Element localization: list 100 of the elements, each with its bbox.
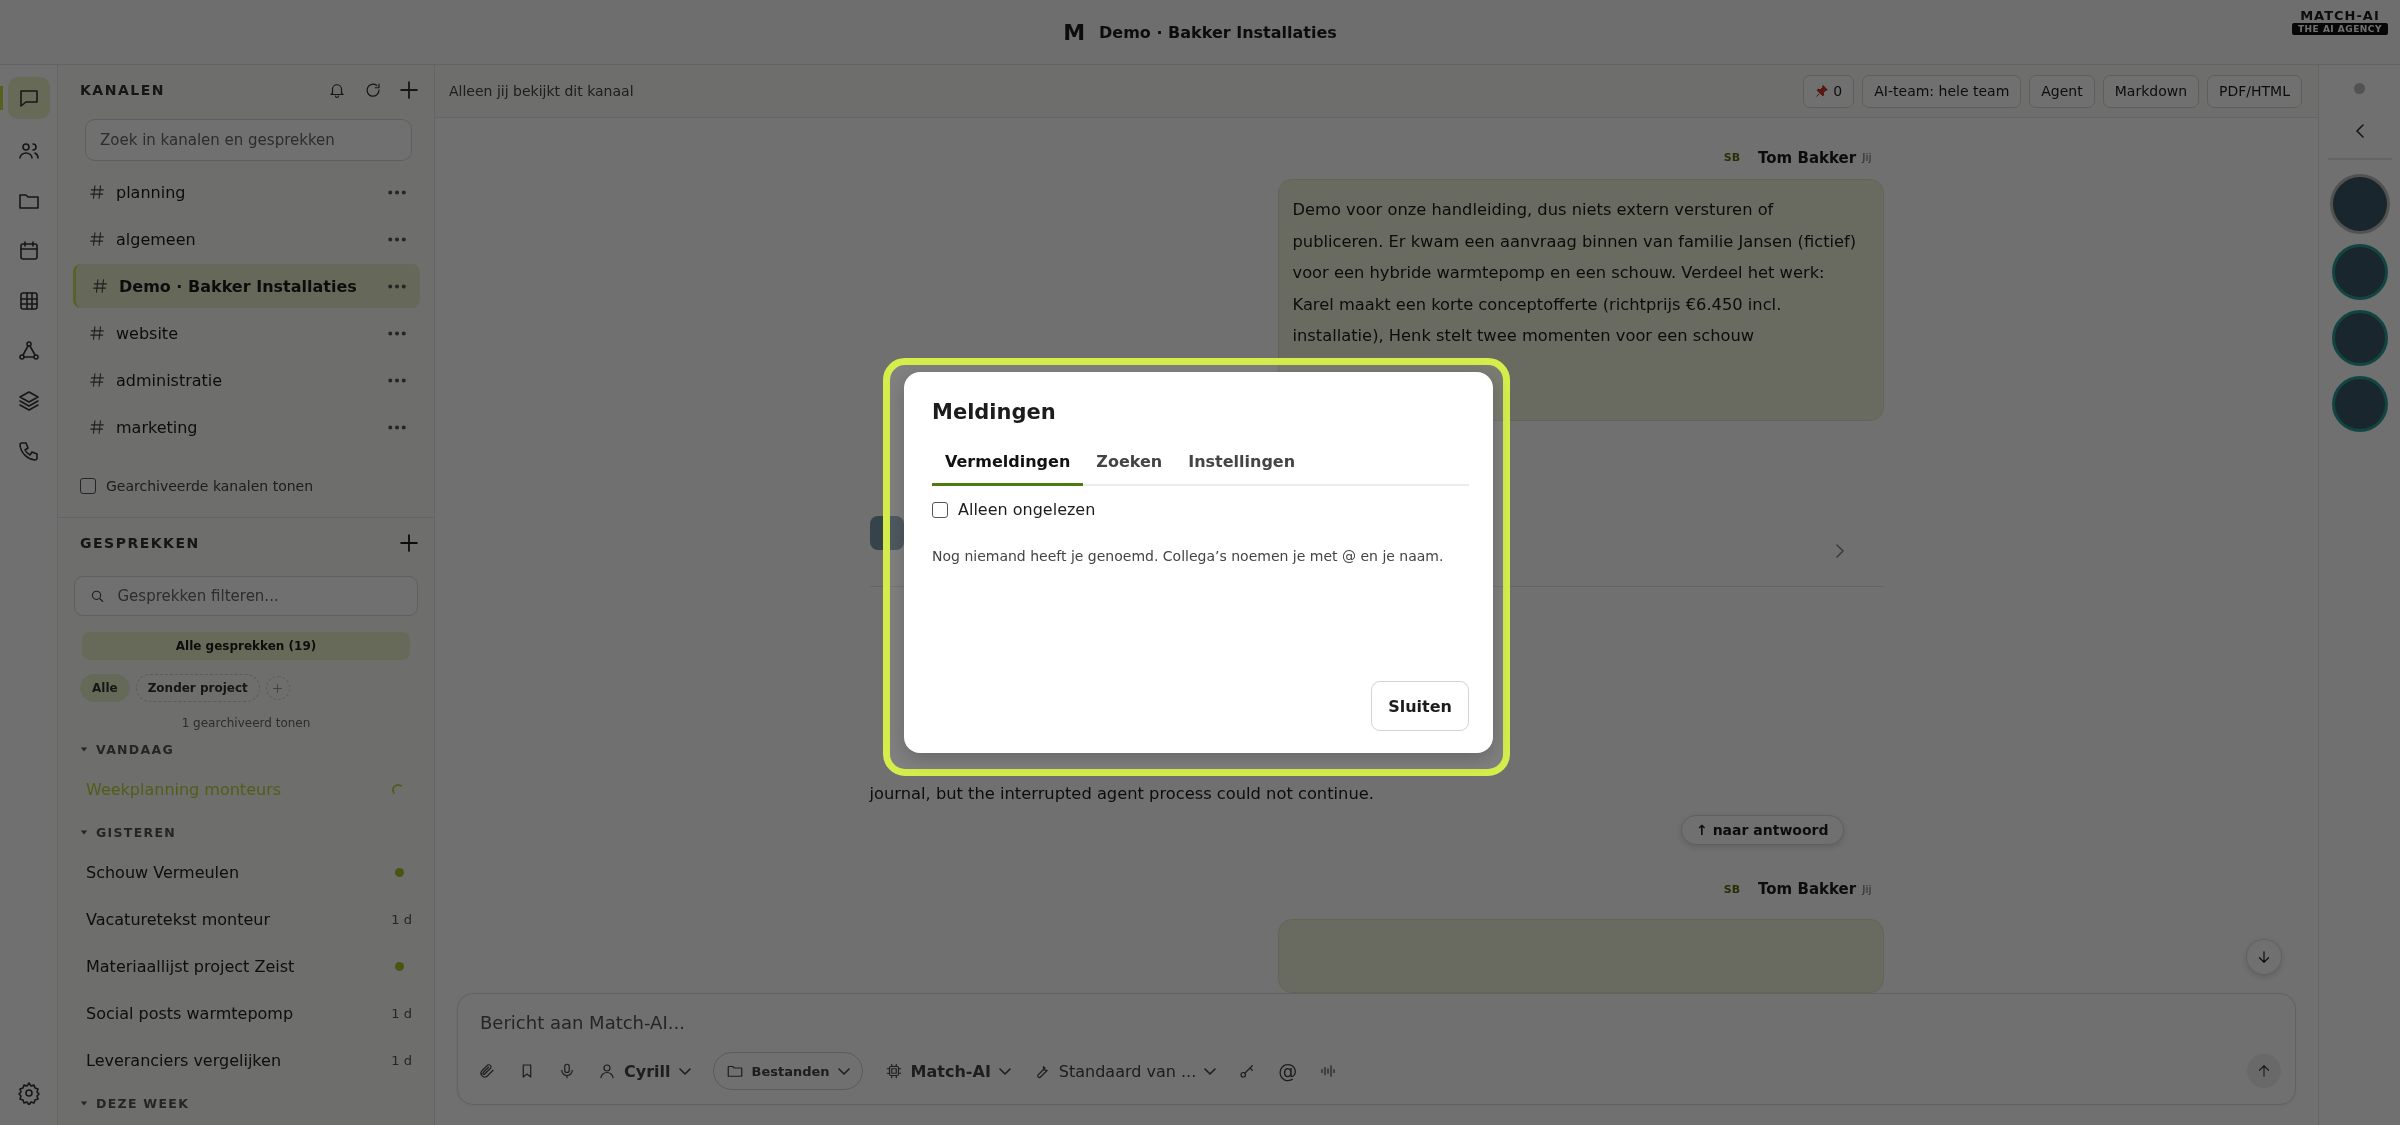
unread-dot	[395, 868, 404, 877]
visibility-notice: Alleen jij bekijkt dit kanaal	[449, 83, 635, 99]
channel-name: administratie	[116, 370, 224, 390]
jump-to-answer-button[interactable]: ↑ naar antwoord	[1681, 815, 1844, 846]
add-channel-button[interactable]	[400, 81, 418, 99]
mention-button[interactable]: @	[1278, 1060, 1298, 1082]
loading-spinner	[392, 783, 404, 796]
checkbox[interactable]	[932, 501, 948, 518]
tab[interactable]: Zoeken	[1083, 442, 1176, 486]
chevron-left-icon	[2355, 124, 2364, 138]
group-heading: VANDAAG	[96, 741, 175, 757]
channel-item[interactable]: administratie	[73, 358, 420, 402]
refresh-icon	[364, 81, 382, 99]
more-icon	[388, 236, 406, 242]
tab[interactable]: Vermeldingen	[932, 442, 1084, 486]
hash-icon	[90, 232, 104, 246]
checkbox[interactable]	[80, 478, 96, 494]
brand-logo: MATCH-AI	[2300, 8, 2380, 23]
caret-icon	[998, 1067, 1011, 1075]
caret-icon	[678, 1067, 691, 1075]
conversation-name: Materiaallijst project Zeist	[86, 957, 296, 976]
notifications-button[interactable]	[328, 81, 346, 99]
section-heading: GESPREKKEN	[80, 535, 200, 551]
send-button[interactable]	[2247, 1054, 2281, 1088]
checkbox-label: Alleen ongelezen	[958, 500, 1096, 519]
add-conversation-button[interactable]	[400, 534, 418, 552]
author-name: Tom Bakker	[1758, 148, 1857, 167]
hash-icon	[90, 420, 104, 434]
toolbar-button[interactable]: AI-team: hele team	[1862, 74, 2022, 108]
attach-button[interactable]	[478, 1062, 496, 1080]
toolbar-button[interactable]: PDF/HTML	[2207, 74, 2302, 108]
conversation-item[interactable]: Leveranciers vergelijken 1 d	[58, 1037, 434, 1084]
author-tag: Jij	[1862, 151, 1872, 165]
more-button[interactable]	[388, 236, 406, 242]
conversation-age: 1 d	[391, 1053, 412, 1068]
caret-icon	[837, 1067, 850, 1075]
paperclip-icon	[478, 1062, 496, 1080]
more-icon	[388, 377, 406, 383]
response-text: journal, but the interrupted agent process could not continue.	[869, 783, 1375, 806]
message-composer[interactable]: Bericht aan Match-AI... Cyrill Bestanden Match-AI Standaard van ... @	[457, 993, 2296, 1105]
chip-icon	[884, 1062, 903, 1080]
more-icon	[388, 424, 406, 430]
user-dropdown[interactable]: Cyrill	[598, 1061, 691, 1081]
more-button[interactable]	[388, 377, 406, 383]
caret-icon[interactable]	[80, 828, 88, 836]
plus-icon	[400, 81, 418, 99]
all-conversations-button[interactable]: Alle gesprekken (19)	[82, 632, 410, 660]
caret-icon[interactable]	[80, 1099, 88, 1107]
search-field[interactable]: Zoek in kanalen en gesprekken	[85, 119, 412, 161]
plus-icon	[400, 534, 418, 552]
plus-icon	[273, 683, 283, 693]
channel-item[interactable]: planning	[73, 170, 420, 214]
channel-item[interactable]: Demo · Bakker Installaties	[73, 264, 420, 308]
model-dropdown[interactable]: Match-AI	[884, 1061, 1011, 1081]
waveform-icon	[1319, 1062, 1338, 1080]
channel-item[interactable]: website	[73, 311, 420, 355]
conversation-item[interactable]: Schouw Vermeulen	[58, 849, 434, 896]
more-button[interactable]	[388, 283, 406, 289]
close-button[interactable]: Sluiten	[1371, 681, 1469, 731]
author-name: Tom Bakker	[1758, 880, 1857, 899]
conversation-age: 1 d	[391, 912, 412, 927]
hash-icon	[90, 373, 104, 387]
filter-input[interactable]: Gesprekken filteren...	[115, 586, 403, 606]
tab[interactable]: Instellingen	[1175, 442, 1309, 486]
scroll-down-button[interactable]	[2246, 939, 2282, 975]
more-button[interactable]	[388, 424, 406, 430]
avatar-placeholder	[869, 516, 904, 551]
section-heading: KANALEN	[80, 82, 165, 98]
group-heading: DEZE WEEK	[96, 1095, 190, 1111]
preset-dropdown[interactable]: Standaard van ...	[1032, 1061, 1217, 1081]
conversation-item[interactable]: Vacaturetekst monteur 1 d	[58, 896, 434, 943]
filter-field[interactable]: Gesprekken filteren...	[74, 576, 418, 616]
toolbar-button[interactable]: Markdown	[2102, 74, 2200, 108]
collapse-button[interactable]	[2355, 124, 2364, 138]
filter-chip[interactable]: Alle	[80, 674, 130, 702]
channel-item[interactable]: marketing	[73, 405, 420, 449]
message-text: Demo voor onze handleiding, dus niets extern versturen of publiceren. Er kwam een aanvraag binnen van familie Jansen (fictief) voor een hybride warmtepomp en een schouw. Verdeel het werk: Karel maakt een korte conceptofferte (richtprijs €6.450 incl. installatie), Henk stelt twee momenten voor een schouw	[1292, 199, 1858, 348]
refresh-button[interactable]	[364, 81, 382, 99]
checkbox-label: Gearchiveerde kanalen tonen	[106, 478, 314, 494]
hash-icon	[90, 185, 104, 199]
toolbar-button[interactable]: Agent	[2029, 74, 2095, 108]
conversation-item[interactable]: Social posts warmtepomp 1 d	[58, 990, 434, 1037]
pins-button[interactable]: 0	[1803, 74, 1855, 108]
settings-icon	[16, 1081, 41, 1105]
conversation-name: Leveranciers vergelijken	[86, 1051, 283, 1070]
audio-button[interactable]	[1319, 1062, 1338, 1080]
more-button[interactable]	[388, 330, 406, 336]
empty-state-text: Nog niemand heeft je genoemd. Collega’s noemen je met @ en je naam.	[932, 547, 1445, 566]
microphone-button[interactable]	[558, 1062, 576, 1080]
search-input[interactable]: Zoek in kanalen en gesprekken	[98, 130, 399, 150]
more-button[interactable]	[388, 189, 406, 195]
channel-item[interactable]: algemeen	[73, 217, 420, 261]
author-initials: SB	[1723, 882, 1741, 896]
conversation-name: Social posts warmtepomp	[86, 1004, 295, 1023]
caret-icon[interactable]	[80, 745, 88, 753]
conversation-item[interactable]: Materiaallijst project Zeist	[58, 943, 434, 990]
chat-bubble-nav-button[interactable]	[7, 77, 50, 119]
archived-link[interactable]: 1 gearchiveerd tonen	[181, 716, 311, 730]
message-input[interactable]: Bericht aan Match-AI...	[478, 1004, 2281, 1040]
channel-name: algemeen	[116, 229, 197, 249]
